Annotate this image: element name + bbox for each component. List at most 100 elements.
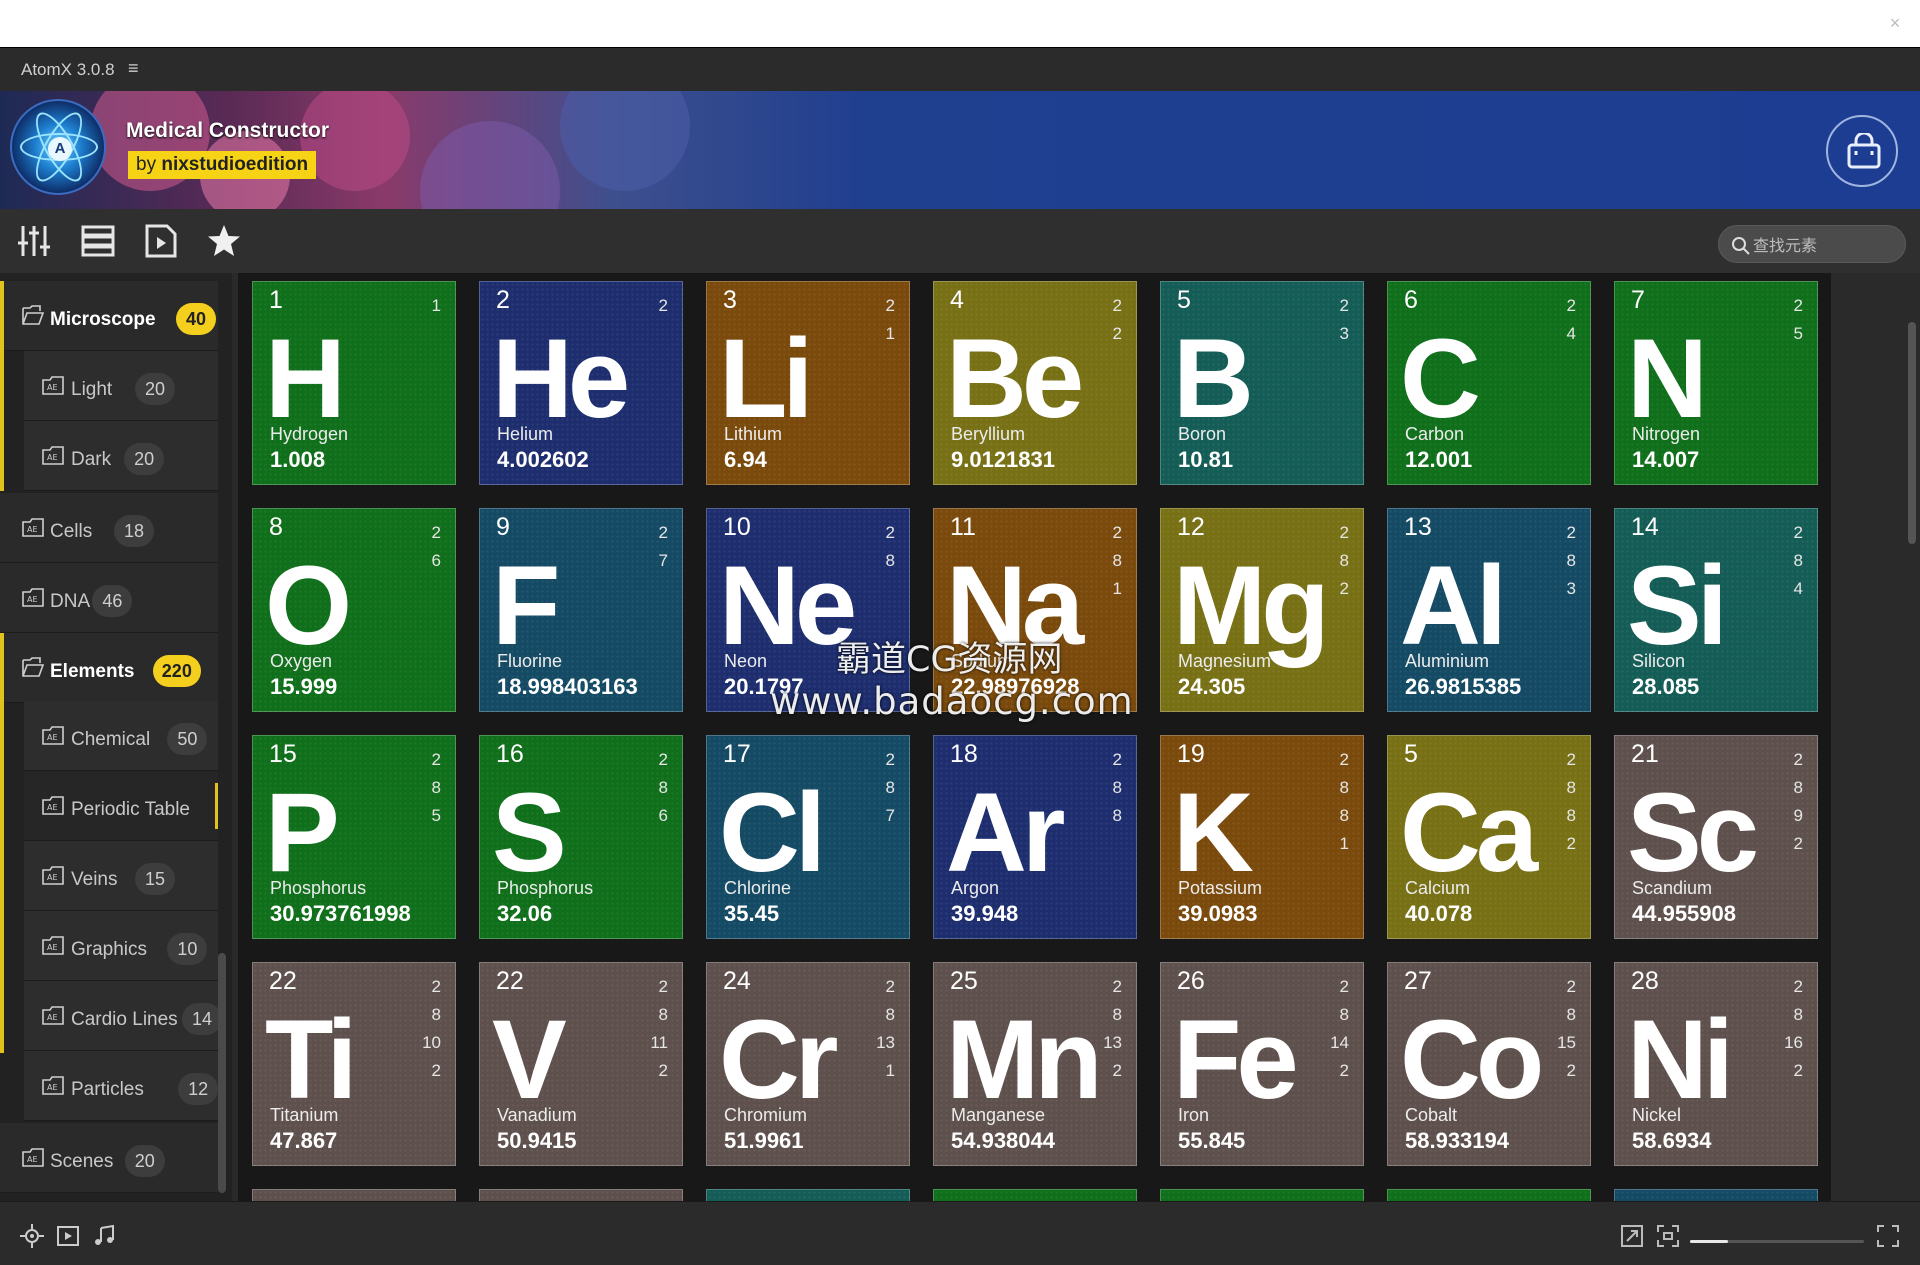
element-tile-hydrogen[interactable]: 1 1 H Hydrogen 1.008	[252, 281, 456, 485]
sidebar-item-graphics[interactable]: AE Graphics 10	[24, 911, 218, 981]
hamburger-menu-icon[interactable]: ≡	[128, 58, 139, 79]
element-tile-boron[interactable]: 5 2 3 B Boron 10.81	[1160, 281, 1364, 485]
atomic-mass: 51.9961	[724, 1128, 804, 1153]
atomic-number: 3	[723, 286, 737, 314]
search-input[interactable]	[1753, 232, 1898, 258]
atomic-mass: 50.9415	[497, 1128, 577, 1153]
svg-text:AE: AE	[47, 383, 58, 392]
element-name: Oxygen	[270, 651, 333, 671]
element-tile-partial[interactable]	[933, 1189, 1137, 1201]
element-symbol: F	[492, 543, 560, 668]
author-prefix: by	[136, 154, 157, 175]
element-tile-vanadium[interactable]: 22 2 8 11 2 V Vanadium 50.9415	[479, 962, 683, 1166]
sidebar-item-label: Chemical	[71, 729, 151, 750]
app-window: AtomX 3.0.8 ≡ A Medical Constructor by n…	[0, 47, 1920, 1265]
sidebar-item-particles[interactable]: AE Particles 12	[24, 1051, 219, 1121]
search-box[interactable]	[1718, 225, 1906, 263]
fullscreen-button[interactable]	[1876, 1224, 1900, 1253]
sidebar-item-scenes[interactable]: AE Scenes 20	[0, 1123, 218, 1193]
network-button[interactable]	[20, 1224, 44, 1253]
element-tile-fluorine[interactable]: 9 2 7 F Fluorine 18.998403163	[479, 508, 683, 712]
sidebar-item-periodic-table[interactable]: AE Periodic Table	[24, 771, 218, 841]
element-tile-chromium[interactable]: 24 2 8 13 1 Cr Chromium 51.9961	[706, 962, 910, 1166]
element-tile-calcium[interactable]: 5 2 8 8 2 Ca Calcium 40.078	[1387, 735, 1591, 939]
element-tile-carbon[interactable]: 6 2 4 C Carbon 12.001	[1387, 281, 1591, 485]
search-icon	[1732, 237, 1750, 255]
author-badge[interactable]: by nixstudioedition	[128, 151, 317, 179]
sidebar-item-microscope[interactable]: Microscope 40	[0, 281, 218, 351]
zoom-slider[interactable]	[1690, 1240, 1864, 1243]
element-symbol: Ar	[946, 770, 1065, 895]
electron-shells: 2882	[1566, 750, 1576, 853]
element-tile-iron[interactable]: 26 2 8 14 2 Fe Iron 55.845	[1160, 962, 1364, 1166]
sidebar-item-elements[interactable]: Elements 220	[0, 633, 218, 703]
element-tile-helium[interactable]: 2 2 He Helium 4.002602	[479, 281, 683, 485]
expand-button[interactable]	[1620, 1224, 1644, 1253]
active-marker	[215, 783, 218, 829]
element-tile-potassium[interactable]: 19 2 8 8 1 K Potassium 39.0983	[1160, 735, 1364, 939]
element-tile-phosphorus[interactable]: 16 2 8 6 S Phosphorus 32.06	[479, 735, 683, 939]
element-tile-oxygen[interactable]: 8 2 6 O Oxygen 15.999	[252, 508, 456, 712]
sidebar-item-cardio-lines[interactable]: AE Cardio Lines 14	[24, 981, 222, 1051]
electron-shells: 1	[431, 296, 441, 315]
ae-folder-icon: AE	[22, 587, 44, 612]
ae-folder-icon: AE	[42, 1075, 64, 1100]
atomic-number: 5	[1177, 286, 1191, 314]
preview-button[interactable]	[143, 223, 179, 259]
element-tile-partial[interactable]	[1614, 1189, 1818, 1201]
sidebar-item-label: Scenes	[50, 1151, 114, 1172]
element-symbol: Co	[1400, 997, 1544, 1122]
list-view-button[interactable]	[80, 223, 116, 259]
element-tile-manganese[interactable]: 25 2 8 13 2 Mn Manganese 54.938044	[933, 962, 1137, 1166]
author-name: nixstudioedition	[161, 154, 309, 175]
element-tile-chlorine[interactable]: 17 2 8 7 Cl Chlorine 35.45	[706, 735, 910, 939]
element-tile-partial[interactable]	[1160, 1189, 1364, 1201]
sidebar-item-chemical[interactable]: AE Chemical 50	[24, 701, 218, 771]
element-tile-phosphorus[interactable]: 15 2 8 5 P Phosphorus 30.973761998	[252, 735, 456, 939]
sidebar-scrollbar[interactable]	[218, 953, 226, 1193]
element-tile-partial[interactable]	[252, 1189, 456, 1201]
atomic-mass: 40.078	[1405, 901, 1473, 926]
grid-scrollbar[interactable]	[1908, 322, 1916, 544]
atomic-number: 2	[496, 286, 510, 314]
favorites-button[interactable]	[206, 223, 242, 259]
sidebar-item-light[interactable]: AE Light 20	[24, 351, 218, 421]
close-icon[interactable]: ×	[1884, 12, 1906, 34]
element-symbol: He	[492, 316, 630, 441]
title-bar: AtomX 3.0.8 ≡	[0, 47, 1920, 91]
product-name: Medical Constructor	[126, 119, 330, 142]
element-symbol: Si	[1627, 543, 1728, 668]
element-tile-titanium[interactable]: 22 2 8 10 2 Ti Titanium 47.867	[252, 962, 456, 1166]
list-icon	[81, 225, 115, 257]
audio-button[interactable]	[92, 1224, 116, 1253]
settings-sliders-button[interactable]	[16, 223, 52, 259]
element-tile-magnesium[interactable]: 12 2 8 2 Mg Magnesium 24.305	[1160, 508, 1364, 712]
count-badge: 10	[167, 933, 208, 965]
element-tile-beryllium[interactable]: 4 2 2 Be Beryllium 9.0121831	[933, 281, 1137, 485]
element-tile-nickel[interactable]: 28 2 8 16 2 Ni Nickel 58.6934	[1614, 962, 1818, 1166]
video-button[interactable]	[56, 1224, 80, 1253]
element-tile-partial[interactable]	[706, 1189, 910, 1201]
element-tile-scandium[interactable]: 21 2 8 9 2 Sc Scandium 44.955908	[1614, 735, 1818, 939]
watermark-text: 霸道CG资源网	[836, 640, 1063, 680]
count-badge: 15	[135, 863, 175, 895]
atomic-mass: 58.6934	[1632, 1128, 1712, 1153]
shop-button[interactable]	[1826, 115, 1898, 187]
element-name: Argon	[951, 878, 1000, 898]
element-tile-silicon[interactable]: 14 2 8 4 Si Silicon 28.085	[1614, 508, 1818, 712]
element-tile-partial[interactable]	[479, 1189, 683, 1201]
sidebar-item-cells[interactable]: AE Cells 18	[0, 493, 218, 563]
element-tile-cobalt[interactable]: 27 2 8 15 2 Co Cobalt 58.933194	[1387, 962, 1591, 1166]
fit-button[interactable]	[1656, 1224, 1680, 1253]
sidebar-item-veins[interactable]: AE Veins 15	[24, 841, 218, 911]
element-tile-lithium[interactable]: 3 2 1 Li Lithium 6.94	[706, 281, 910, 485]
element-symbol: Cr	[719, 997, 838, 1122]
sidebar-item-dna[interactable]: AE DNA 46	[0, 563, 218, 633]
element-tile-argon[interactable]: 18 2 8 8 Ar Argon 39.948	[933, 735, 1137, 939]
element-tile-nitrogen[interactable]: 7 2 5 N Nitrogen 14.007	[1614, 281, 1818, 485]
element-tile-partial[interactable]	[1387, 1189, 1591, 1201]
element-tile-aluminium[interactable]: 13 2 8 3 Al Aluminium 26.9815385	[1387, 508, 1591, 712]
sidebar-item-dark[interactable]: AE Dark 20	[24, 421, 218, 491]
atomic-mass: 54.938044	[951, 1128, 1055, 1153]
sidebar-item-label: Cells	[50, 521, 93, 542]
